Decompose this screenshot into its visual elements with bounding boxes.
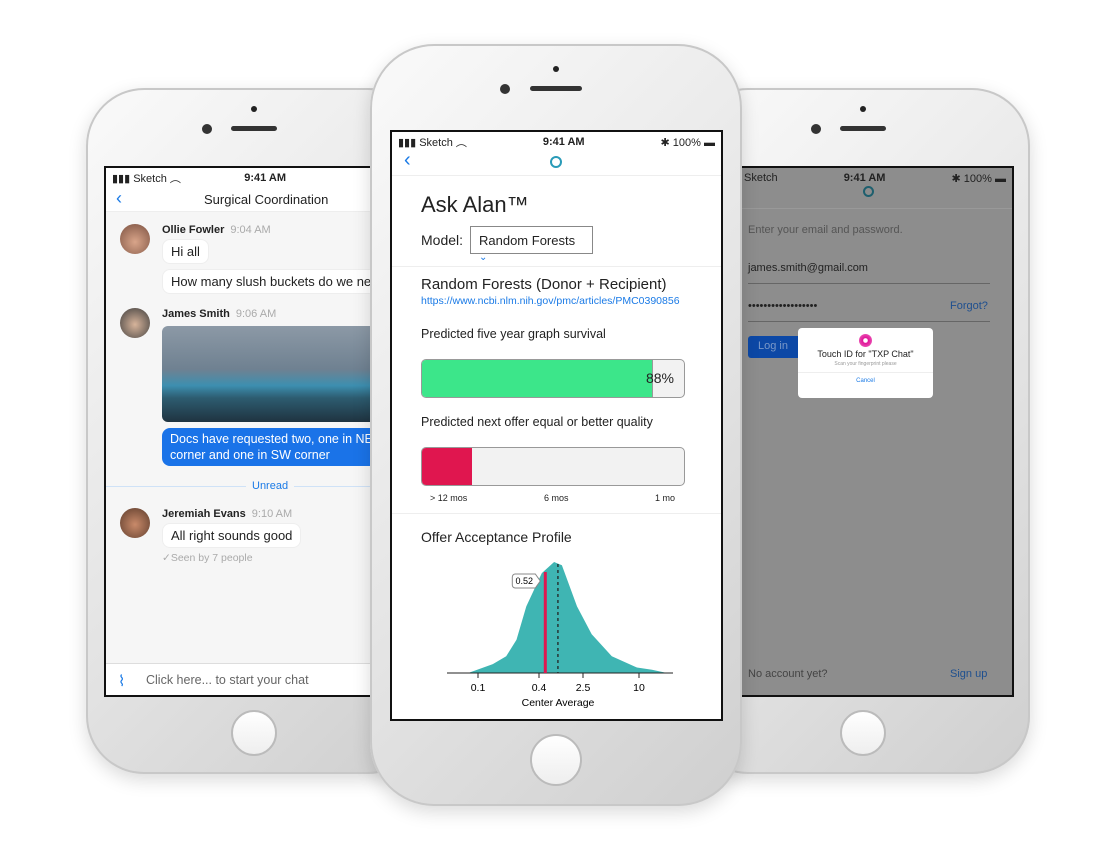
camera-icon bbox=[202, 124, 212, 134]
offer-label: Predicted next offer equal or better qua… bbox=[421, 415, 653, 429]
camera-icon bbox=[811, 124, 821, 134]
back-chevron-icon[interactable]: ‹ bbox=[404, 149, 411, 172]
touchid-cancel-button[interactable]: Cancel bbox=[798, 372, 933, 384]
offer-tick: 6 mos bbox=[544, 493, 569, 503]
sensor-icon bbox=[251, 106, 257, 112]
login-prompt: Enter your email and password. bbox=[748, 224, 903, 236]
marker-label: 0.52 bbox=[511, 573, 541, 589]
touchid-dialog: Touch ID for "TXP Chat" Scan your finger… bbox=[798, 328, 933, 398]
operating-room-photo[interactable] bbox=[162, 326, 392, 422]
x-axis-label: Center Average bbox=[522, 697, 595, 709]
battery: ✱ 100% ▬ bbox=[951, 172, 1006, 185]
chat-input-bar: ⌇ Click here... to start your chat bbox=[106, 663, 392, 695]
app-logo-ring bbox=[863, 186, 874, 197]
avatar-ollie bbox=[120, 224, 150, 254]
author-ollie: Ollie Fowler 9:04 AM bbox=[162, 224, 271, 236]
svg-text:0.52: 0.52 bbox=[516, 576, 534, 586]
model-name: Random Forests (Donor + Recipient) bbox=[421, 276, 667, 293]
email-field[interactable]: james.smith@gmail.com bbox=[748, 262, 990, 284]
density-chart: 0.52 0.1 0.4 2.5 10 Center Average bbox=[447, 562, 673, 709]
avatar-james bbox=[120, 308, 150, 338]
forgot-link[interactable]: Forgot? bbox=[950, 300, 988, 312]
offer-tick: > 12 mos bbox=[430, 493, 468, 503]
x-tick-label: 0.4 bbox=[532, 682, 547, 694]
home-button[interactable] bbox=[231, 710, 277, 756]
author-james: James Smith 9:06 AM bbox=[162, 308, 277, 320]
model-link[interactable]: https://www.ncbi.nlm.nih.gov/pmc/article… bbox=[421, 295, 680, 307]
density-area bbox=[468, 562, 667, 673]
clock: 9:41 AM bbox=[542, 136, 585, 148]
offer-bar-fill bbox=[422, 448, 472, 485]
offer-bar bbox=[421, 447, 685, 486]
speaker bbox=[530, 86, 582, 91]
unread-label: Unread bbox=[246, 480, 295, 492]
chat-screen: ▮▮▮ Sketch ︵ 9:41 AM ‹ Surgical Coordina… bbox=[104, 166, 394, 697]
survival-value: 88% bbox=[645, 370, 674, 386]
page-title: Ask Alan™ bbox=[421, 192, 529, 217]
speaker bbox=[840, 126, 886, 131]
survival-bar: 88% bbox=[421, 359, 685, 398]
message-bubble: Hi all bbox=[162, 239, 209, 264]
ask-alan-screen: ▮▮▮ Sketch ︵ 9:41 AM ✱ 100% ▬ ‹ Ask Alan… bbox=[390, 130, 723, 721]
carrier: ▮▮▮ Sketch ︵ bbox=[112, 173, 181, 185]
fingerprint-icon bbox=[859, 334, 872, 347]
survival-label: Predicted five year graph survival bbox=[421, 327, 606, 341]
signup-link[interactable]: Sign up bbox=[950, 668, 987, 680]
sensor-icon bbox=[860, 106, 866, 112]
x-tick-label: 2.5 bbox=[576, 682, 591, 694]
chevron-down-icon: ⌄ bbox=[479, 252, 488, 263]
x-tick-label: 0.1 bbox=[471, 682, 486, 694]
carrier: Sketch bbox=[744, 172, 778, 184]
avatar-jeremiah bbox=[120, 508, 150, 538]
chat-input[interactable]: Click here... to start your chat bbox=[146, 673, 309, 687]
seen-receipt: ✓Seen by 7 people bbox=[162, 552, 253, 564]
home-button[interactable] bbox=[530, 734, 582, 786]
carrier: ▮▮▮ Sketch ︵ bbox=[398, 137, 467, 149]
model-label: Model: bbox=[421, 232, 464, 248]
camera-icon bbox=[500, 84, 510, 94]
sensor-icon bbox=[553, 66, 559, 72]
paperclip-icon[interactable]: ⌇ bbox=[118, 672, 125, 690]
no-account-label: No account yet? bbox=[748, 668, 828, 680]
speaker bbox=[231, 126, 277, 131]
clock: 9:41 AM bbox=[843, 172, 886, 184]
battery: ✱ 100% ▬ bbox=[660, 136, 715, 149]
status-bar: Sketch 9:41 AM ✱ 100% ▬ bbox=[718, 168, 1012, 188]
chart-title: Offer Acceptance Profile bbox=[421, 529, 572, 545]
message-bubble: How many slush buckets do we need? bbox=[162, 269, 392, 294]
author-jeremiah: Jeremiah Evans 9:10 AM bbox=[162, 508, 293, 520]
message-bubble: All right sounds good bbox=[162, 523, 302, 548]
chat-title: Surgical Coordination bbox=[204, 192, 329, 207]
offer-tick: 1 mo bbox=[655, 493, 676, 503]
home-button[interactable] bbox=[840, 710, 886, 756]
clock: 9:41 AM bbox=[244, 172, 286, 184]
x-tick-label: 10 bbox=[633, 682, 645, 694]
login-screen: Sketch 9:41 AM ✱ 100% ▬ Enter your email… bbox=[716, 166, 1014, 697]
status-bar: ▮▮▮ Sketch ︵ 9:41 AM ✱ 100% ▬ bbox=[392, 132, 721, 152]
back-chevron-icon[interactable]: ‹ bbox=[116, 188, 122, 209]
touchid-subtitle: Scan your fingerprint please bbox=[834, 361, 897, 367]
touchid-title: Touch ID for "TXP Chat" bbox=[817, 349, 914, 359]
model-select[interactable]: Random Forests ⌄ bbox=[470, 226, 593, 263]
status-bar: ▮▮▮ Sketch ︵ 9:41 AM bbox=[106, 168, 392, 188]
survival-bar-fill bbox=[422, 360, 653, 397]
message-bubble-own: Docs have requested two, one in NE corne… bbox=[162, 428, 392, 466]
nav-bar: ‹ Surgical Coordination bbox=[106, 188, 392, 212]
app-logo-ring bbox=[550, 156, 562, 168]
